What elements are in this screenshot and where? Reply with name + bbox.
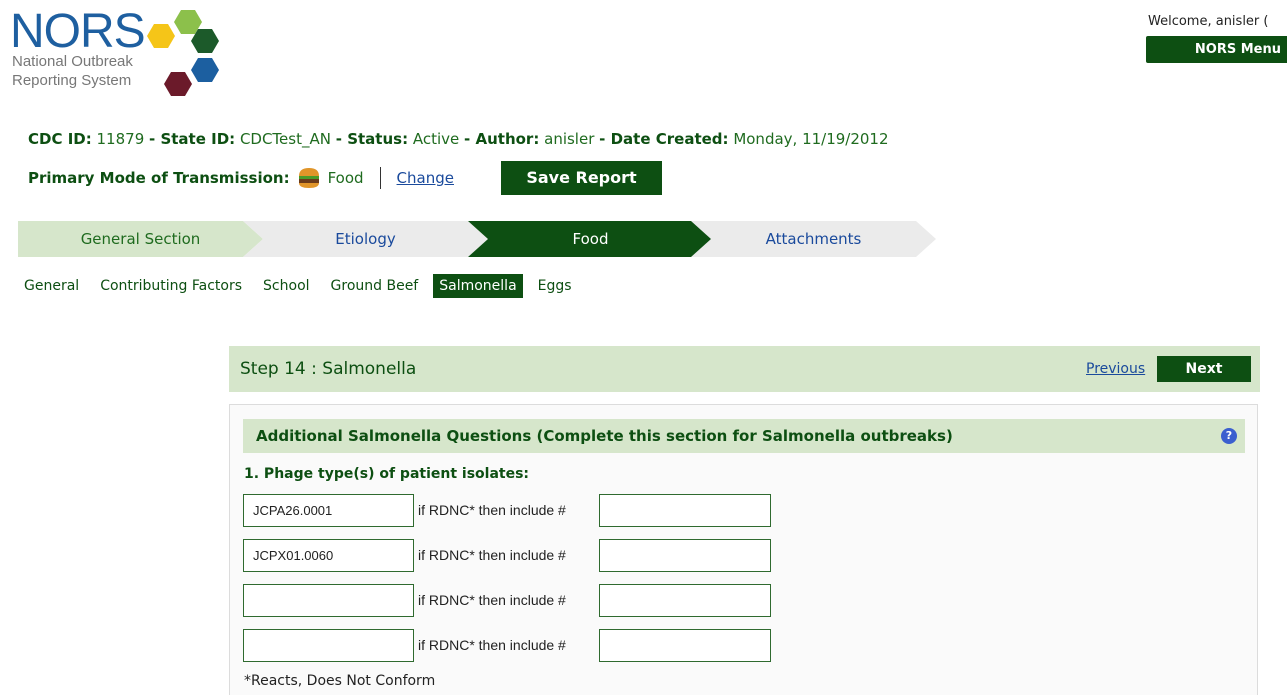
subtab-school[interactable]: School — [257, 274, 315, 298]
phage-row: if RDNC* then include # — [243, 584, 783, 617]
rdnc-number-input[interactable] — [599, 539, 771, 572]
subtab-ground-beef[interactable]: Ground Beef — [325, 274, 425, 298]
phage-type-input[interactable] — [243, 584, 414, 617]
subtab-salmonella[interactable]: Salmonella — [433, 274, 523, 298]
cdc-id-label: CDC ID: — [28, 130, 92, 148]
author-label: - Author: — [464, 130, 540, 148]
phage-row: JCPX01.0060 if RDNC* then include # — [243, 539, 783, 572]
previous-link[interactable]: Previous — [1086, 346, 1145, 392]
phage-row: if RDNC* then include # — [243, 629, 783, 662]
logo-subtitle: National Outbreak Reporting System — [12, 52, 133, 90]
transmission-label: Primary Mode of Transmission: — [28, 169, 290, 187]
logo-subtitle-line1: National Outbreak — [12, 53, 133, 70]
change-link[interactable]: Change — [397, 169, 454, 187]
transmission-value: Food — [327, 169, 364, 187]
phage-row: JCPA26.0001 if RDNC* then include # — [243, 494, 783, 527]
rdnc-number-input[interactable] — [599, 629, 771, 662]
food-subtabs: General Contributing Factors School Grou… — [24, 272, 587, 300]
save-report-button[interactable]: Save Report — [501, 161, 662, 195]
nors-logo: NORS National Outbreak Reporting System — [10, 6, 230, 98]
hexagon-logo-icon — [147, 10, 219, 96]
status-value: Active — [412, 130, 460, 148]
logo-subtitle-line2: Reporting System — [12, 72, 132, 89]
welcome-text: Welcome, anisler ( — [1148, 14, 1269, 29]
help-icon[interactable]: ? — [1221, 428, 1237, 444]
rdnc-number-input[interactable] — [599, 494, 771, 527]
state-id-value: CDCTest_AN — [239, 130, 331, 148]
subtab-general[interactable]: General — [24, 274, 85, 298]
salmonella-panel: Additional Salmonella Questions (Complet… — [229, 404, 1258, 695]
question-1-label: 1. Phage type(s) of patient isolates: — [244, 466, 530, 482]
rdnc-number-input[interactable] — [599, 584, 771, 617]
rdnc-label: if RDNC* then include # — [418, 592, 566, 608]
transmission-row: Primary Mode of Transmission: Food Chang… — [28, 161, 454, 195]
subtab-contributing-factors[interactable]: Contributing Factors — [94, 274, 248, 298]
phage-type-input[interactable]: JCPX01.0060 — [243, 539, 414, 572]
tab-etiology[interactable]: Etiology — [243, 221, 488, 257]
rdnc-label: if RDNC* then include # — [418, 637, 566, 653]
tab-general-section[interactable]: General Section — [18, 221, 263, 257]
subtab-eggs[interactable]: Eggs — [532, 274, 578, 298]
nors-menu-button[interactable]: NORS Menu — [1146, 36, 1287, 63]
rdnc-label: if RDNC* then include # — [418, 547, 566, 563]
section-tabs: General Section Etiology Food Attachment… — [18, 221, 918, 257]
step-title: Step 14 : Salmonella — [240, 359, 417, 379]
section-header: Additional Salmonella Questions (Complet… — [243, 419, 1245, 453]
report-info: CDC ID: 11879 - State ID: CDCTest_AN - S… — [28, 130, 889, 148]
divider — [379, 167, 381, 189]
rdnc-label: if RDNC* then include # — [418, 502, 566, 518]
logo-title: NORS — [10, 5, 146, 58]
cdc-id-value: 11879 — [96, 130, 145, 148]
state-id-label: - State ID: — [149, 130, 236, 148]
date-created-label: - Date Created: — [599, 130, 729, 148]
step-bar: Step 14 : Salmonella Previous Next — [229, 346, 1260, 392]
author-value: anisler — [544, 130, 595, 148]
phage-type-input[interactable] — [243, 629, 414, 662]
tab-attachments[interactable]: Attachments — [691, 221, 936, 257]
phage-type-input[interactable]: JCPA26.0001 — [243, 494, 414, 527]
hamburger-icon — [298, 168, 319, 188]
tab-food[interactable]: Food — [468, 221, 713, 257]
rdnc-footnote: *Reacts, Does Not Conform — [244, 673, 436, 689]
status-label: - Status: — [335, 130, 409, 148]
next-button[interactable]: Next — [1157, 356, 1251, 382]
date-created-value: Monday, 11/19/2012 — [733, 130, 889, 148]
section-title: Additional Salmonella Questions (Complet… — [256, 427, 953, 445]
